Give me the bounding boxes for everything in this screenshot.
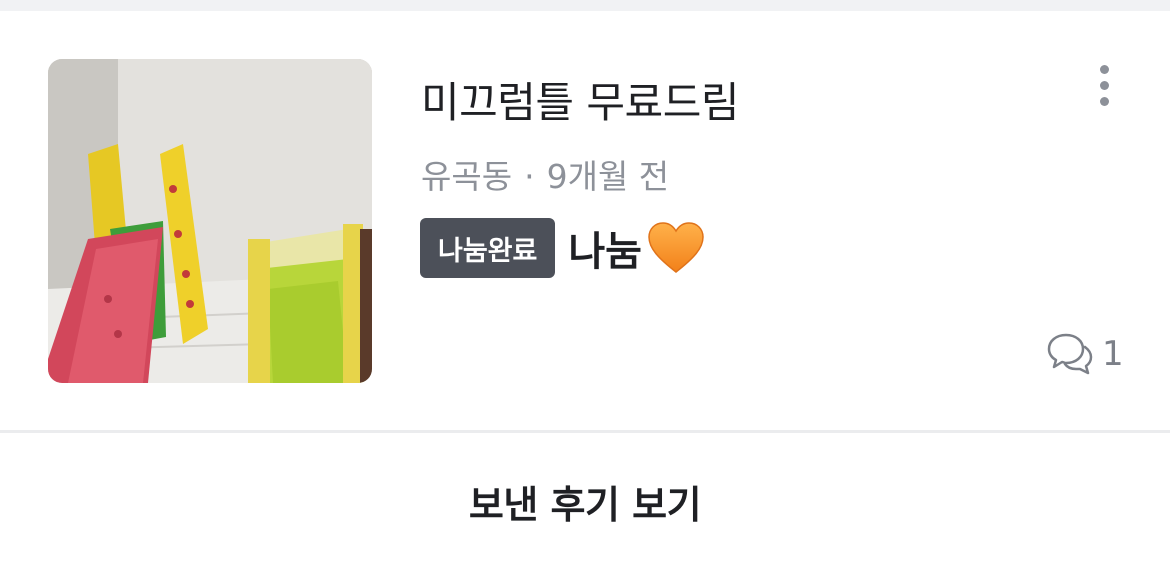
status-badge: 나눔완료 <box>420 218 556 278</box>
listing-meta: 유곡동 · 9개월 전 <box>421 150 669 198</box>
chat-count-value: 1 <box>1102 334 1124 374</box>
listing-time-ago: 9개월 전 <box>546 157 670 196</box>
more-dot <box>1099 80 1109 90</box>
orange-heart-icon <box>646 220 706 276</box>
listing-thumbnail[interactable] <box>48 59 372 383</box>
top-separator-strip <box>0 0 1170 11</box>
more-options-button[interactable] <box>1084 58 1124 112</box>
listing-price: 나눔 <box>568 219 706 277</box>
more-dot <box>1099 96 1109 106</box>
view-sent-review-button[interactable]: 보낸 후기 보기 <box>0 433 1170 569</box>
chat-count[interactable]: 1 <box>1046 331 1124 377</box>
meta-separator: · <box>524 157 535 196</box>
listing-title[interactable]: 미끄럼틀 무료드림 <box>421 69 739 130</box>
listing-price-text: 나눔 <box>568 229 642 275</box>
listing-status-row: 나눔완료 나눔 <box>420 218 706 278</box>
more-vertical-icon <box>1099 64 1109 74</box>
listing-card[interactable]: 미끄럼틀 무료드림 유곡동 · 9개월 전 나눔완료 나눔 1 <box>0 11 1170 431</box>
chat-bubbles-icon <box>1047 333 1093 375</box>
listing-location: 유곡동 <box>421 157 513 196</box>
playground-slide-photo <box>48 59 372 383</box>
